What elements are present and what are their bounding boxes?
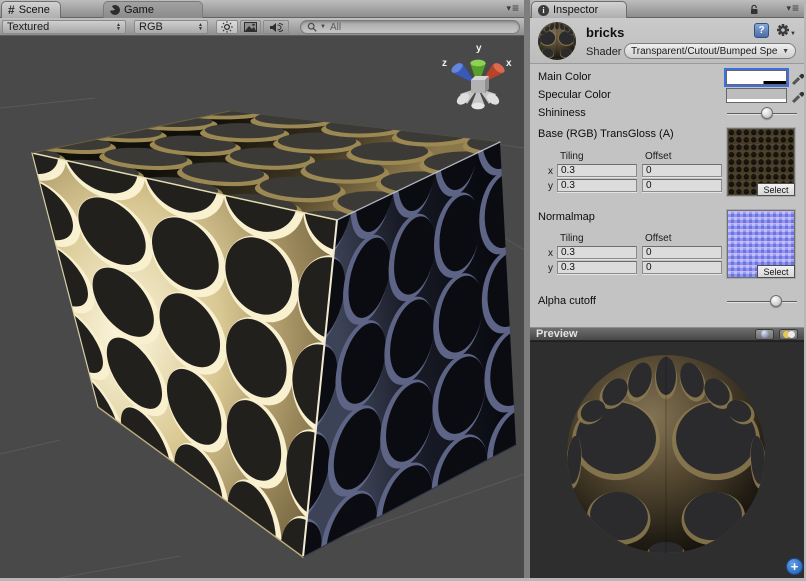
normal-map-label: Normalmap — [538, 211, 595, 223]
base-offset-x-field[interactable] — [642, 164, 722, 177]
alpha-cutoff-slider-handle[interactable] — [770, 295, 782, 307]
base-x-label: x — [548, 166, 553, 177]
draw-mode-dropdown[interactable]: Textured ▲▼ — [2, 20, 126, 34]
scene-grid-icon: # — [8, 3, 15, 17]
inspector-panel: i Inspector ▾≡ bricks Shader — [530, 0, 804, 578]
scene-skybox-toggle[interactable] — [240, 20, 261, 34]
scene-audio-toggle[interactable] — [263, 20, 289, 34]
scene-search-field[interactable]: ▼ — [300, 20, 520, 34]
alpha-cutoff-slider[interactable] — [727, 295, 797, 308]
inspector-lock-icon[interactable] — [749, 4, 760, 18]
tab-scene[interactable]: # Scene — [1, 1, 61, 18]
tab-scene-label: Scene — [19, 4, 50, 16]
main-color-swatch[interactable] — [726, 70, 787, 85]
help-button[interactable]: ? — [754, 23, 769, 38]
unity-editor-window: # Scene Game ▾≡ Textured ▲▼ RGB ▲▼ — [0, 0, 806, 581]
material-header: bricks Shader Transparent/Cutout/Bumped … — [530, 18, 804, 64]
normal-offset-header: Offset — [645, 233, 672, 244]
base-offset-y-field[interactable] — [642, 179, 722, 192]
speaker-icon — [269, 22, 283, 33]
normal-tiling-x-field[interactable] — [557, 246, 637, 259]
gizmo-z-label: z — [442, 58, 447, 69]
gizmo-x-label: x — [506, 58, 512, 69]
shader-value: Transparent/Cutout/Bumped Spe — [631, 46, 777, 57]
scene-tabbar: # Scene Game ▾≡ — [0, 0, 524, 18]
normal-y-label: y — [548, 263, 553, 274]
specular-color-label: Specular Color — [538, 89, 611, 101]
base-offset-header: Offset — [645, 151, 672, 162]
color-mode-dropdown[interactable]: RGB ▲▼ — [134, 20, 208, 34]
gear-icon — [776, 23, 790, 37]
normal-x-label: x — [548, 248, 553, 259]
inspector-panel-menu-icon[interactable]: ▾≡ — [786, 4, 798, 13]
scene-panel: # Scene Game ▾≡ Textured ▲▼ RGB ▲▼ — [0, 0, 530, 578]
scene-lighting-toggle[interactable] — [216, 20, 238, 34]
base-y-label: y — [548, 181, 553, 192]
shininess-label: Shininess — [538, 107, 586, 119]
base-tiling-y-field[interactable] — [557, 179, 637, 192]
chevron-down-icon: ▼ — [782, 48, 789, 55]
main-color-label: Main Color — [538, 71, 591, 83]
material-name: bricks — [586, 25, 624, 40]
normal-tiling-header: Tiling — [560, 233, 584, 244]
tab-inspector[interactable]: i Inspector — [531, 1, 627, 18]
tab-inspector-label: Inspector — [553, 4, 598, 16]
gizmo-y-label: y — [476, 43, 482, 54]
sun-icon — [221, 21, 233, 33]
info-icon: i — [538, 5, 549, 16]
normal-tiling-y-field[interactable] — [557, 261, 637, 274]
light-white-icon — [788, 331, 795, 338]
main-color-alpha-bar — [727, 81, 786, 84]
preview-title: Preview — [536, 328, 578, 340]
search-filter-caret-icon: ▼ — [320, 24, 326, 30]
slider-track — [727, 301, 797, 302]
shininess-slider[interactable] — [727, 107, 797, 120]
preview-mesh-button[interactable] — [755, 329, 774, 340]
dropdown-arrows-icon: ▲▼ — [116, 23, 121, 31]
preview-sphere-render — [530, 342, 802, 578]
shader-dropdown[interactable]: Transparent/Cutout/Bumped Spe ▼ — [624, 43, 796, 59]
scene-panel-menu-icon[interactable]: ▾≡ — [506, 4, 518, 13]
shader-label: Shader — [586, 46, 621, 58]
normal-offset-y-field[interactable] — [642, 261, 722, 274]
base-tiling-header: Tiling — [560, 151, 584, 162]
alpha-cutoff-label: Alpha cutoff — [538, 295, 596, 307]
material-preview-ball — [537, 21, 577, 61]
sphere-icon — [761, 330, 769, 338]
dropdown-arrows-icon: ▲▼ — [198, 23, 203, 31]
scene-viewport[interactable]: y x z — [0, 36, 524, 578]
normal-texture-select-button[interactable]: Select — [757, 265, 795, 278]
shininess-slider-handle[interactable] — [761, 107, 773, 119]
main-color-eyedropper-icon[interactable] — [790, 70, 804, 85]
scene-toolbar: Textured ▲▼ RGB ▲▼ — [0, 18, 524, 36]
game-icon — [110, 5, 120, 15]
specular-color-swatch[interactable] — [726, 88, 787, 103]
search-input[interactable] — [328, 21, 513, 34]
inspector-content: bricks Shader Transparent/Cutout/Bumped … — [530, 18, 804, 578]
base-map-label: Base (RGB) TransGloss (A) — [538, 128, 674, 140]
tab-game[interactable]: Game — [103, 1, 203, 18]
preview-add-button[interactable]: + — [786, 558, 803, 575]
specular-color-alpha-bar — [727, 99, 786, 102]
specular-color-eyedropper-icon[interactable] — [790, 88, 804, 103]
normal-offset-x-field[interactable] — [642, 246, 722, 259]
color-mode-value: RGB — [139, 21, 163, 33]
tab-game-label: Game — [124, 4, 154, 16]
settings-gear-button[interactable]: ▼ — [776, 23, 796, 37]
chevron-down-icon: ▼ — [790, 31, 796, 37]
draw-mode-value: Textured — [7, 21, 49, 33]
scene-3d-cube-render: y x z — [0, 36, 524, 578]
base-tiling-x-field[interactable] — [557, 164, 637, 177]
base-texture-select-button[interactable]: Select — [757, 183, 795, 196]
preview-viewport[interactable]: + — [530, 341, 804, 578]
preview-lighting-button[interactable] — [779, 329, 798, 340]
inspector-tabbar: i Inspector ▾≡ — [530, 0, 804, 18]
image-icon — [244, 22, 257, 32]
search-icon — [307, 22, 318, 33]
